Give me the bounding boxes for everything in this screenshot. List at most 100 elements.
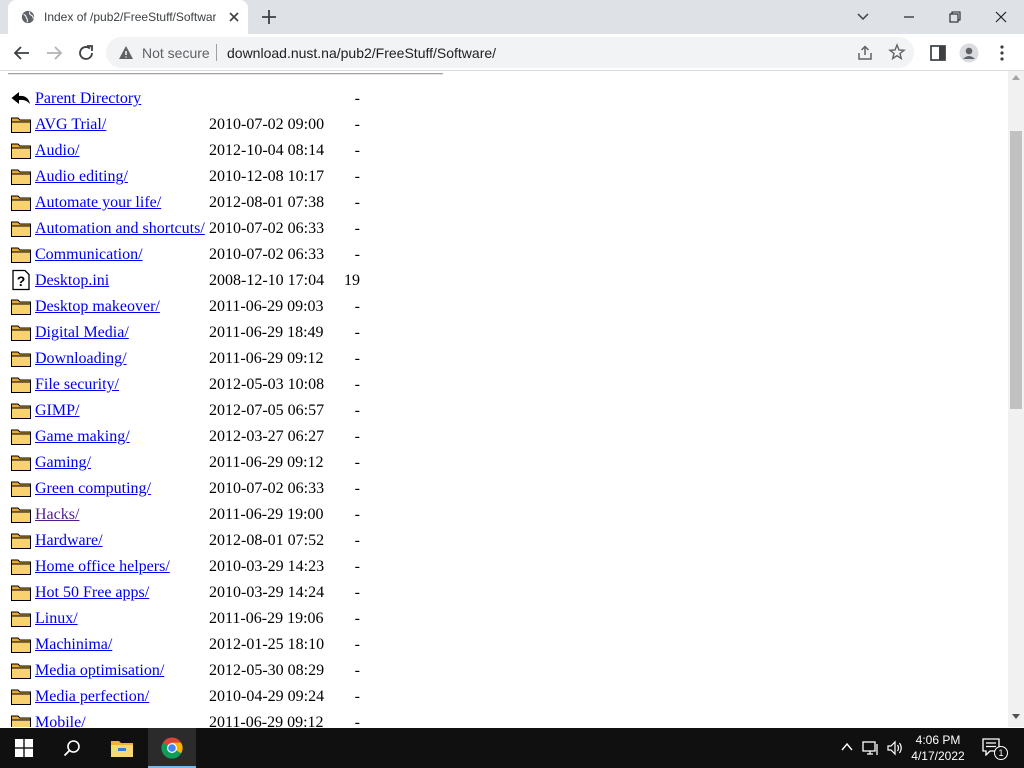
entry-link[interactable]: Gaming/ xyxy=(35,454,91,472)
entry-link[interactable]: Game making/ xyxy=(35,428,130,446)
entry-link[interactable]: Communication/ xyxy=(35,246,143,264)
entry-date: 2012-08-01 07:38 xyxy=(209,194,325,211)
address-bar[interactable]: Not secure download.nust.na/pub2/FreeStu… xyxy=(106,37,914,68)
entry-size: - xyxy=(354,376,360,393)
side-panel-icon[interactable] xyxy=(928,43,948,63)
entry-link[interactable]: Desktop makeover/ xyxy=(35,298,160,316)
bookmark-star-icon[interactable] xyxy=(888,43,906,61)
profile-avatar-icon[interactable] xyxy=(959,43,979,63)
entry-link[interactable]: Media optimisation/ xyxy=(35,662,164,680)
folder-icon xyxy=(11,377,31,393)
entry-date: 2010-07-02 06:33 xyxy=(209,220,325,237)
svg-text:?: ? xyxy=(17,273,26,289)
tab-active[interactable]: Index of /pub2/FreeStuff/Software xyxy=(8,0,248,34)
entry-size: - xyxy=(354,636,360,653)
scroll-down-arrow-icon[interactable] xyxy=(1012,714,1020,720)
folder-icon xyxy=(11,559,31,575)
listing-row: Hot 50 Free apps/2010-03-29 14:24 - xyxy=(0,580,520,606)
folder-icon xyxy=(11,637,31,653)
entry-size: - xyxy=(354,662,360,679)
entry-link[interactable]: Automate your life/ xyxy=(35,194,161,212)
chrome-icon xyxy=(161,737,183,759)
windows-taskbar: 4:06 PM 4/17/2022 1 xyxy=(0,728,1024,768)
chevron-down-icon xyxy=(857,13,869,21)
volume-icon[interactable] xyxy=(886,740,904,756)
new-tab-icon[interactable] xyxy=(260,8,278,26)
taskbar-file-explorer[interactable] xyxy=(98,728,146,768)
entry-link[interactable]: Hardware/ xyxy=(35,532,103,550)
vertical-scrollbar[interactable] xyxy=(1008,71,1024,727)
folder-icon xyxy=(11,247,31,263)
entry-link[interactable]: Audio editing/ xyxy=(35,168,128,186)
taskbar-chrome[interactable] xyxy=(148,728,196,768)
listing-row: Home office helpers/2010-03-29 14:23 - xyxy=(0,554,520,580)
listing-row: Digital Media/2011-06-29 18:49 - xyxy=(0,320,520,346)
scroll-up-arrow-icon[interactable] xyxy=(1012,74,1020,80)
warning-icon[interactable] xyxy=(118,45,134,61)
entry-link[interactable]: AVG Trial/ xyxy=(35,116,106,134)
entry-size: - xyxy=(354,506,360,523)
entry-date: 2010-07-02 09:00 xyxy=(209,116,325,133)
close-tab-icon[interactable] xyxy=(226,9,242,25)
entry-link[interactable]: Hot 50 Free apps/ xyxy=(35,584,149,602)
entry-link[interactable]: Parent Directory xyxy=(35,90,141,108)
folder-icon xyxy=(11,195,31,211)
folder-icon xyxy=(11,689,31,705)
listing-row: File security/2012-05-03 10:08 - xyxy=(0,372,520,398)
entry-size: - xyxy=(354,688,360,705)
listing-row: Media optimisation/2012-05-30 08:29 - xyxy=(0,658,520,684)
entry-size: - xyxy=(354,90,360,107)
entry-link[interactable]: Mobile/ xyxy=(35,714,86,727)
start-button[interactable] xyxy=(0,728,48,768)
folder-icon xyxy=(11,715,31,727)
entry-size: - xyxy=(354,402,360,419)
page-viewport: Parent Directory - AVG Trial/2010-07-02 09… xyxy=(0,71,1008,727)
network-icon[interactable] xyxy=(862,740,880,756)
address-url[interactable]: download.nust.na/pub2/FreeStuff/Software… xyxy=(227,45,496,61)
entry-link[interactable]: Digital Media/ xyxy=(35,324,129,342)
tab-search-button[interactable] xyxy=(840,0,886,34)
entry-date: 2011-06-29 18:49 xyxy=(209,324,324,341)
entry-link[interactable]: Green computing/ xyxy=(35,480,151,498)
entry-link[interactable]: Linux/ xyxy=(35,610,78,628)
entry-link[interactable]: Downloading/ xyxy=(35,350,127,368)
minimize-button[interactable] xyxy=(886,0,932,34)
entry-link[interactable]: GIMP/ xyxy=(35,402,79,420)
minimize-icon xyxy=(904,16,914,18)
entry-size: - xyxy=(354,116,360,133)
windows-logo-icon xyxy=(15,739,33,757)
taskbar-search-button[interactable] xyxy=(48,728,96,768)
browser-titlebar: Index of /pub2/FreeStuff/Software xyxy=(0,0,1024,34)
taskbar-clock[interactable]: 4:06 PM 4/17/2022 xyxy=(905,732,971,764)
entry-link[interactable]: Machinima/ xyxy=(35,636,112,654)
listing-row: Automate your life/2012-08-01 07:38 - xyxy=(0,190,520,216)
back-arrow-icon[interactable] xyxy=(12,43,32,63)
globe-icon xyxy=(21,10,35,24)
entry-size: - xyxy=(354,454,360,471)
entry-link[interactable]: File security/ xyxy=(35,376,119,394)
entry-link[interactable]: Desktop.ini xyxy=(35,272,109,290)
kebab-menu-icon[interactable] xyxy=(992,43,1012,63)
clock-time: 4:06 PM xyxy=(915,733,961,747)
entry-link[interactable]: Hacks/ xyxy=(35,506,79,524)
close-window-button[interactable] xyxy=(978,0,1024,34)
horizontal-rule xyxy=(8,73,443,75)
listing-row: Audio/2012-10-04 08:14 - xyxy=(0,138,520,164)
share-icon[interactable] xyxy=(856,44,874,62)
chevron-up-icon[interactable] xyxy=(840,740,854,754)
entry-size: 19 xyxy=(344,272,360,289)
security-label[interactable]: Not secure xyxy=(142,45,210,61)
entry-link[interactable]: Media perfection/ xyxy=(35,688,149,706)
reload-icon[interactable] xyxy=(76,43,96,63)
entry-link[interactable]: Audio/ xyxy=(35,142,79,160)
entry-date: 2010-04-29 09:24 xyxy=(209,688,325,705)
scrollbar-thumb[interactable] xyxy=(1010,131,1022,409)
forward-arrow-icon[interactable] xyxy=(44,43,64,63)
entry-date: 2012-01-25 18:10 xyxy=(209,636,325,653)
entry-size: - xyxy=(354,194,360,211)
folder-icon xyxy=(11,429,31,445)
entry-link[interactable]: Automation and shortcuts/ xyxy=(35,220,205,238)
entry-link[interactable]: Home office helpers/ xyxy=(35,558,170,576)
folder-icon xyxy=(11,351,31,367)
restore-button[interactable] xyxy=(932,0,978,34)
